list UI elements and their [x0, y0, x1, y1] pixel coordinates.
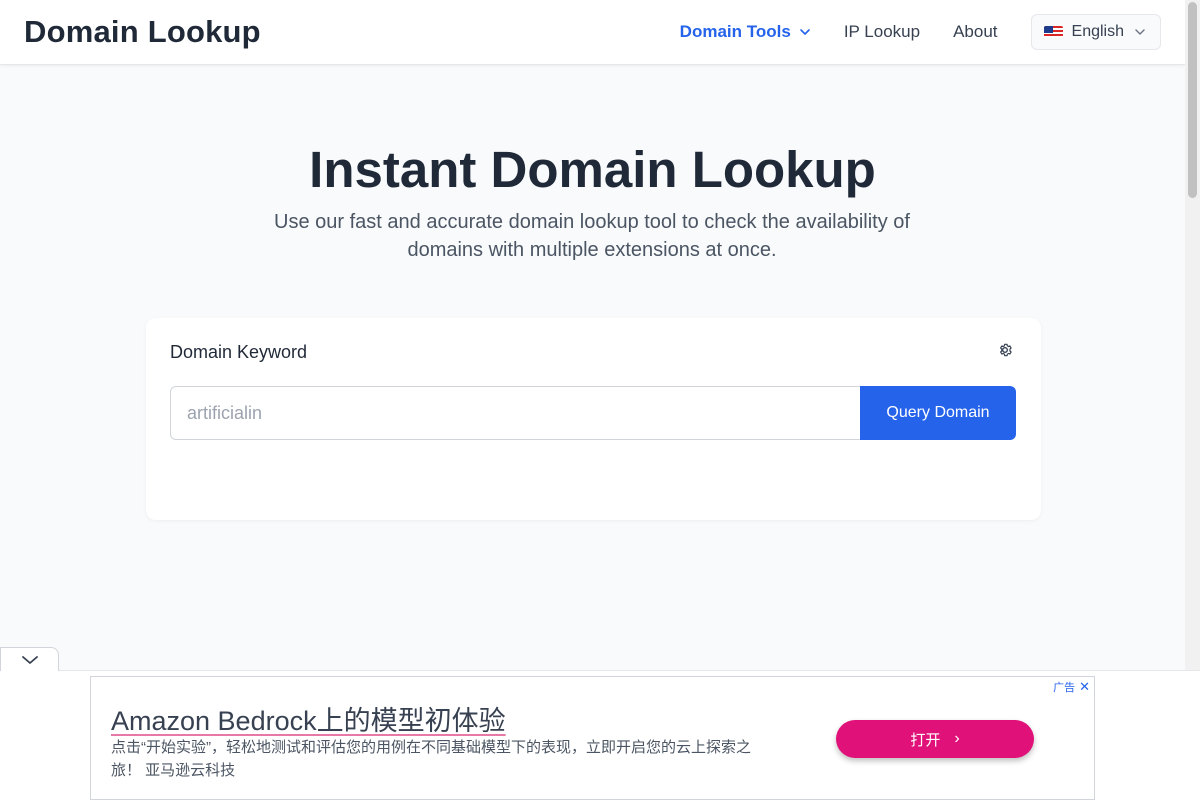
search-card: Domain Keyword Query Domain: [146, 318, 1041, 520]
chevron-down-icon: [800, 29, 810, 35]
nav-domain-tools[interactable]: Domain Tools: [680, 22, 811, 42]
site-header: Domain Lookup Domain Tools IP Lookup Abo…: [0, 0, 1185, 65]
language-label: English: [1071, 23, 1124, 40]
ad-open-label: 打开: [910, 731, 941, 749]
language-selector[interactable]: English: [1030, 14, 1161, 50]
page-subtitle: Use our fast and accurate domain lookup …: [274, 211, 910, 261]
scrollbar-thumb[interactable]: [1188, 2, 1197, 198]
main-nav: Domain Tools IP Lookup About English: [680, 14, 1161, 50]
nav-ip-lookup[interactable]: IP Lookup: [844, 22, 920, 42]
gear-icon[interactable]: [997, 342, 1013, 358]
nav-domain-tools-label: Domain Tools: [679, 22, 791, 41]
ad-badge-label: 广告: [1053, 682, 1076, 694]
us-flag-icon: [1043, 26, 1063, 38]
query-domain-button[interactable]: Query Domain: [860, 386, 1016, 440]
page-title: Instant Domain Lookup: [309, 141, 876, 198]
ad-description: 点击“开始实验”，轻松地测试和评估您的用例在不同基础模型下的表现，立即开启您的云…: [111, 739, 751, 779]
chevron-down-icon: [1135, 29, 1145, 35]
chevron-right-icon: ›: [954, 730, 960, 747]
chevron-down-icon: [22, 656, 38, 664]
brand-logo-text[interactable]: Domain Lookup: [24, 14, 261, 50]
domain-keyword-label: Domain Keyword: [170, 342, 308, 362]
ad-badge: 广告 ✕: [1053, 679, 1090, 695]
ad-open-button[interactable]: 打开 ›: [836, 720, 1034, 758]
page-scrollbar[interactable]: [1185, 0, 1200, 670]
nav-about[interactable]: About: [953, 22, 997, 42]
ad-collapse-tab[interactable]: [0, 647, 59, 671]
ad-banner[interactable]: 广告 ✕ Amazon Bedrock上的模型初体验 点击“开始实验”，轻松地测…: [90, 676, 1095, 800]
ad-title[interactable]: Amazon Bedrock上的模型初体验: [111, 699, 506, 738]
domain-search-input[interactable]: [170, 386, 860, 440]
close-icon[interactable]: ✕: [1079, 679, 1090, 695]
